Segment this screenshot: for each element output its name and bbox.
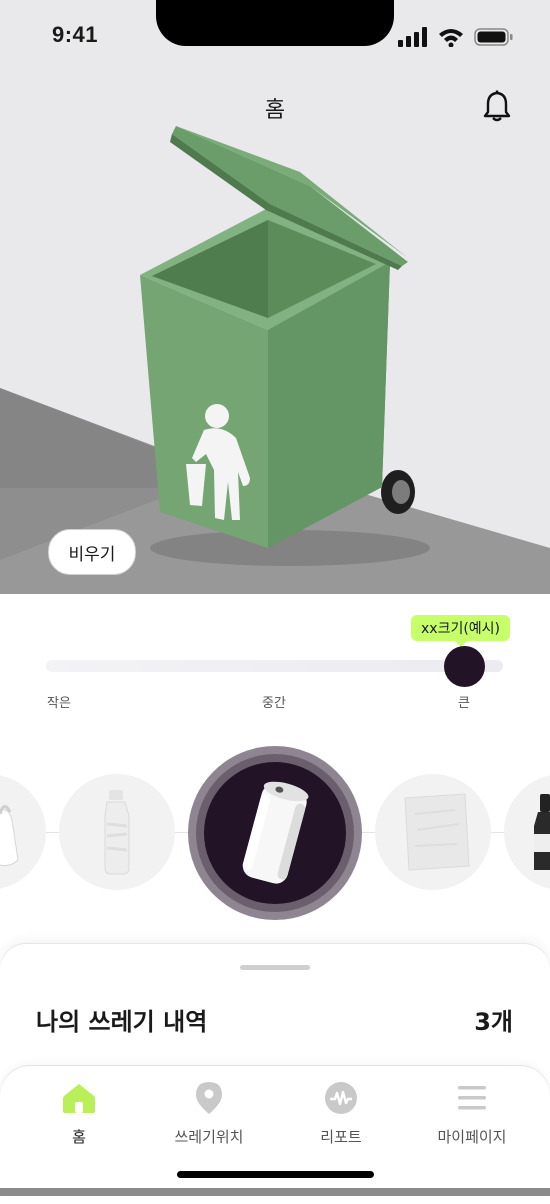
- trash-type-carousel[interactable]: [0, 722, 550, 944]
- tab-trash-location-label: 쓰레기위치: [174, 1128, 244, 1146]
- size-label-small: 작은: [47, 696, 71, 711]
- size-slider-thumb[interactable]: [444, 646, 485, 687]
- sheet-drag-handle[interactable]: [240, 965, 310, 970]
- clock: 9:41: [52, 22, 99, 47]
- tab-report[interactable]: 리포트: [281, 1080, 401, 1147]
- tab-my-page[interactable]: 마이페이지: [412, 1080, 532, 1147]
- trash-type-plastic-bottle[interactable]: [59, 774, 175, 890]
- trash-type-paper[interactable]: [375, 774, 491, 890]
- size-tooltip: xx크기(예시): [411, 615, 511, 647]
- can-icon: [242, 781, 309, 884]
- size-slider-track[interactable]: [46, 660, 503, 672]
- battery-icon: [474, 28, 513, 46]
- paper-icon: [404, 793, 470, 871]
- trash-type-can-selected[interactable]: [188, 746, 362, 920]
- status-bar: 9:41: [0, 0, 550, 74]
- home-indicator[interactable]: [177, 1171, 374, 1178]
- size-label-medium: 중간: [262, 696, 286, 711]
- tab-home[interactable]: 홈: [19, 1080, 139, 1147]
- trash-type-plastic-bag[interactable]: [0, 774, 46, 890]
- trash-type-glass-bottle[interactable]: [504, 774, 550, 890]
- history-title: 나의 쓰레기 내역: [36, 1008, 208, 1036]
- signal-icon: [398, 27, 427, 47]
- bottom-edge: [0, 1188, 550, 1196]
- plastic-bottle-icon: [104, 790, 130, 875]
- wifi-icon: [439, 29, 463, 47]
- tab-report-label: 리포트: [320, 1128, 362, 1146]
- history-count: 3개: [474, 1008, 513, 1036]
- device-notch: [156, 0, 394, 46]
- size-slider-section: xx크기(예시) 작은 중간 큰: [0, 594, 550, 723]
- tab-home-label: 홈: [72, 1128, 86, 1146]
- notification-button[interactable]: [482, 90, 512, 126]
- report-icon: [325, 1082, 357, 1114]
- empty-bin-button[interactable]: 비우기: [48, 529, 136, 575]
- size-label-large: 큰: [458, 696, 470, 711]
- location-pin-icon: [196, 1082, 222, 1114]
- bottom-tab-bar: 홈 쓰레기위치 리포트 마이페이지: [0, 1066, 550, 1196]
- menu-icon: [458, 1086, 486, 1110]
- hero-image: [0, 0, 550, 594]
- trash-bin-illustration: [0, 126, 550, 594]
- bell-icon: [483, 90, 511, 122]
- tab-my-page-label: 마이페이지: [437, 1128, 507, 1146]
- tab-trash-location[interactable]: 쓰레기위치: [149, 1080, 269, 1147]
- glass-bottle-icon: [534, 794, 550, 870]
- plastic-bag-icon: [0, 805, 19, 866]
- status-icons: [398, 27, 514, 47]
- page-title: 홈: [264, 98, 286, 123]
- home-icon: [63, 1084, 95, 1113]
